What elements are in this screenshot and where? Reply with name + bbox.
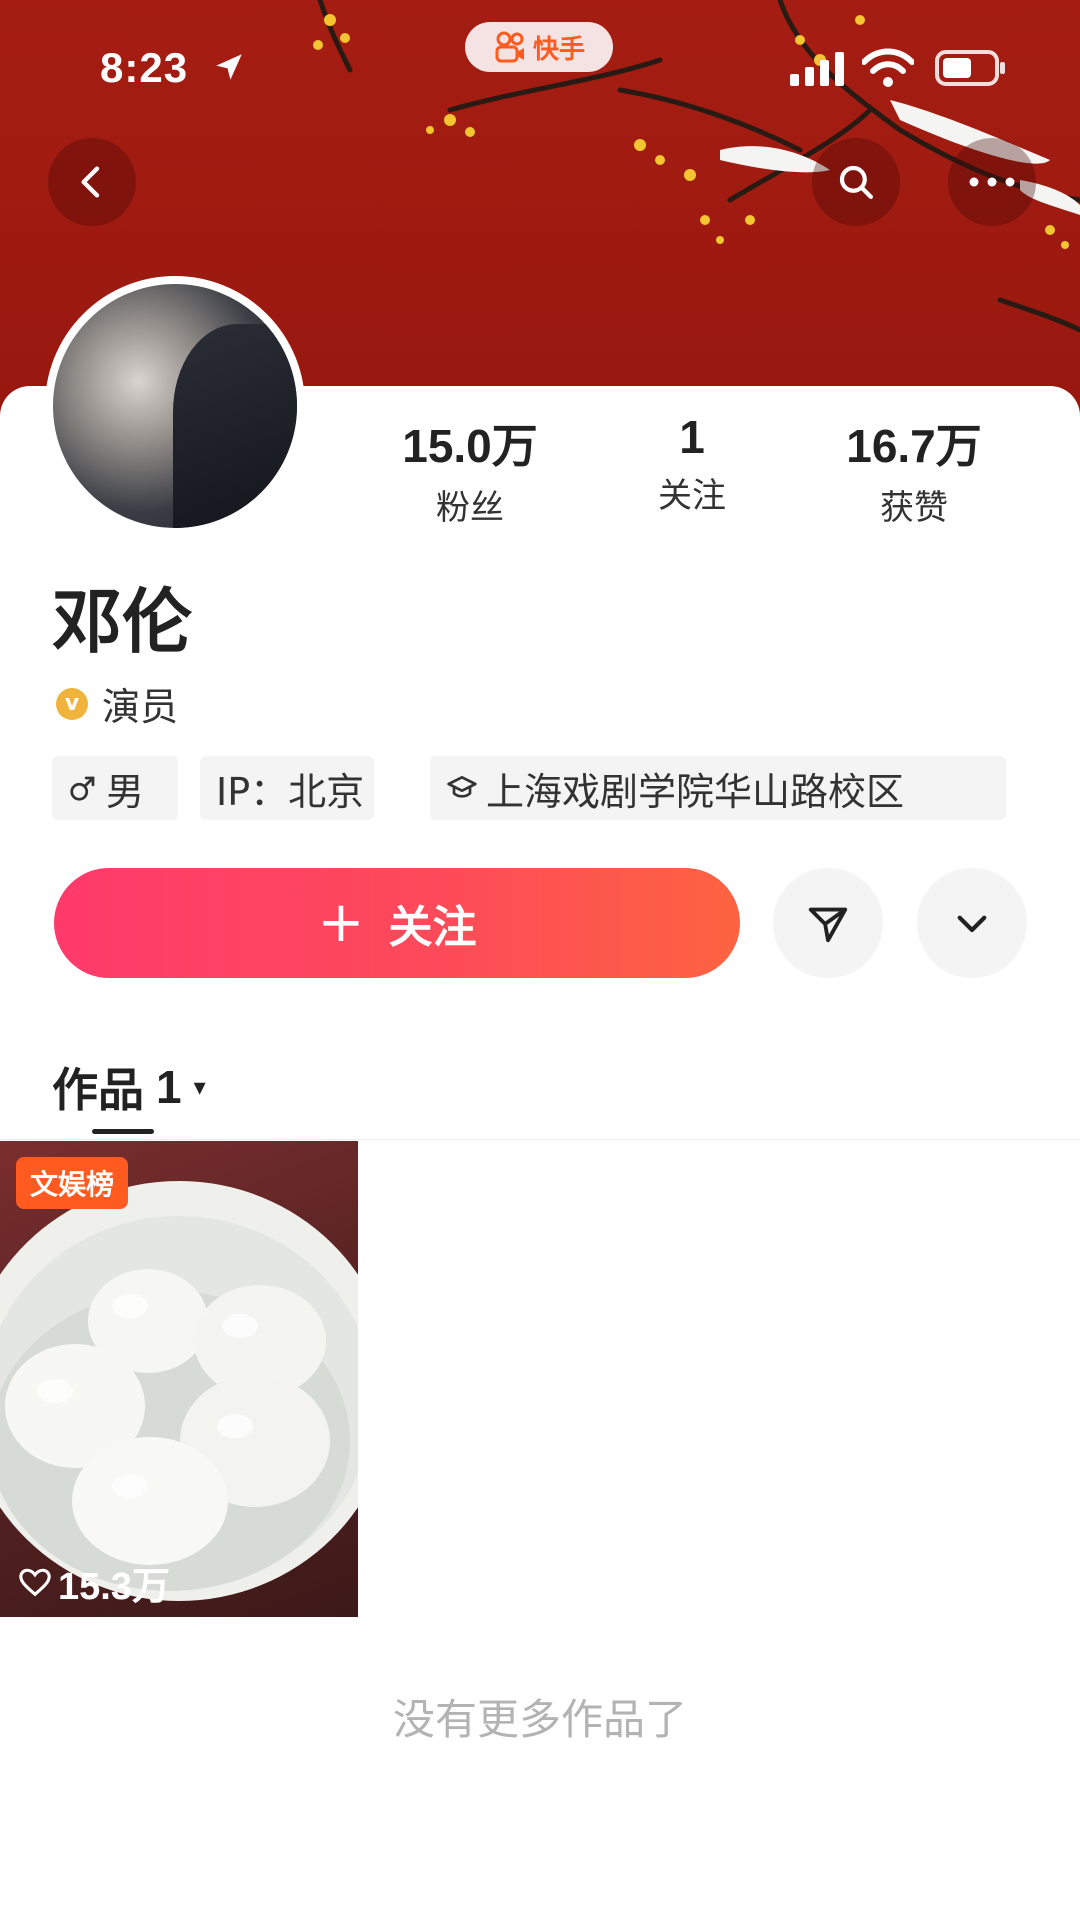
likes-count: 15.3万 (58, 1566, 170, 1608)
video-thumbnail[interactable]: 文娱榜 15.3万 (0, 1141, 358, 1617)
plus-icon: + (317, 890, 365, 955)
tag-gender: 男 (52, 756, 178, 820)
verification-row: v 演员 (56, 676, 178, 731)
app-switch-pill[interactable]: 快手 (465, 22, 613, 72)
stat-value: 16.7万 (846, 420, 982, 472)
send-icon (808, 907, 848, 943)
follow-button[interactable]: + 关注 (54, 868, 740, 978)
stat-following[interactable]: 1 关注 (582, 410, 802, 517)
caret-down-icon: ▾ (193, 1073, 206, 1101)
tab-active-indicator (92, 1129, 154, 1134)
no-more-works-text: 没有更多作品了 (392, 1695, 687, 1744)
graduation-cap-icon (446, 772, 478, 804)
verification-label: 演员 (102, 685, 179, 729)
video-likes: 15.3万 (18, 1555, 170, 1610)
stat-value: 1 (679, 411, 705, 463)
avatar-portrait-shading (173, 324, 297, 528)
more-button[interactable] (948, 138, 1036, 226)
back-button[interactable] (48, 138, 136, 226)
tangyuan-bowl-image (0, 1181, 358, 1601)
tag-school[interactable]: 上海戏剧学院华山路校区 (430, 756, 1006, 820)
stat-label: 关注 (658, 476, 726, 516)
cellular-signal-icon (790, 52, 844, 86)
search-button[interactable] (812, 138, 900, 226)
avatar[interactable] (45, 276, 305, 536)
location-arrow-icon (216, 54, 242, 80)
male-icon (68, 773, 98, 803)
verified-badge-icon: v (56, 687, 88, 720)
ranking-badge: 文娱榜 (16, 1157, 129, 1209)
status-time: 8:23 (100, 44, 189, 91)
tab-works[interactable]: 作品 1 ▾ (52, 1054, 206, 1120)
wifi-icon (862, 48, 914, 87)
battery-icon (935, 50, 1005, 86)
chevron-down-icon (957, 915, 987, 933)
app-name: 快手 (532, 34, 585, 65)
follow-label: 关注 (388, 902, 477, 953)
profile-stats: 15.0万 粉丝 1 关注 16.7万 获赞 (360, 410, 1080, 530)
tab-works-count: 1 (156, 1061, 182, 1113)
stat-label: 获赞 (880, 488, 948, 528)
tag-ip-location: IP：北京 (200, 756, 374, 820)
ip-label: IP：北京 (216, 769, 365, 814)
gender-label: 男 (106, 769, 145, 814)
profile-name: 邓伦 (52, 581, 192, 663)
tab-works-label: 作品 (52, 1063, 144, 1117)
stat-likes[interactable]: 16.7万 获赞 (804, 410, 1024, 529)
search-icon (839, 165, 873, 199)
stat-followers[interactable]: 15.0万 粉丝 (360, 410, 580, 529)
back-icon (81, 166, 100, 198)
divider (0, 1139, 1080, 1140)
stat-value: 15.0万 (402, 420, 538, 472)
school-label: 上海戏剧学院华山路校区 (486, 769, 905, 814)
share-button[interactable] (773, 868, 883, 978)
expand-button[interactable] (917, 868, 1027, 978)
heart-icon (19, 1568, 51, 1596)
stat-label: 粉丝 (436, 488, 504, 528)
kuaishou-logo-icon (495, 31, 524, 63)
more-icon (969, 177, 1015, 187)
